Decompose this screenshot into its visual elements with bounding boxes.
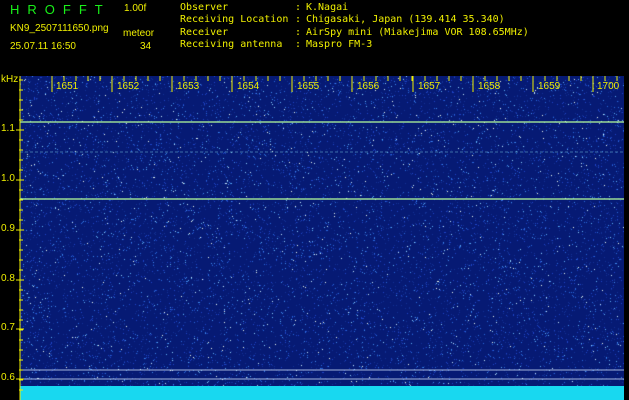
info-row-receiver: Receiver: AirSpy mini (Miakejima VOR 108.…: [180, 27, 529, 39]
noise-floor-band: [20, 386, 624, 400]
version-label: 1.00f: [124, 3, 147, 14]
y-tick-label: 1.0: [1, 173, 15, 184]
y-tick-label: 0.9: [1, 223, 15, 234]
y-tick-label: 1.1: [1, 123, 15, 134]
station-info: Observer: K.Nagai Receiving Location: Chig…: [180, 2, 529, 51]
info-value: Chigasaki, Japan (139.414 35.340): [306, 14, 505, 26]
file-name: KN9_2507111650.png: [10, 23, 109, 34]
x-tick-label: 1653: [177, 81, 200, 92]
app-logo: HROFFT: [10, 2, 111, 17]
x-tick-label: 1651: [56, 81, 79, 92]
info-key: Observer: [180, 2, 229, 13]
info-value: AirSpy mini (Miakejima VOR 108.65MHz): [306, 26, 529, 38]
spectrogram-overlay: [20, 121, 624, 380]
header-panel: HROFFT 1.00f KN9_2507111650.png meteor 2…: [0, 0, 629, 76]
spectrogram-plot: [20, 76, 624, 400]
info-separator: :: [295, 38, 302, 50]
info-key: Receiving antenna: [180, 38, 283, 50]
x-tick-label: 1652: [117, 81, 140, 92]
info-value: Maspro FM-3: [306, 38, 373, 50]
x-tick-label: 1659: [538, 81, 561, 92]
x-tick-label: 1656: [357, 81, 380, 92]
meteor-label: meteor: [123, 28, 155, 39]
info-key: Receiver: [180, 26, 229, 38]
info-separator: :: [295, 2, 302, 13]
x-tick-label: 1657: [418, 81, 441, 92]
info-separator: :: [295, 26, 302, 38]
y-tick-label: 0.7: [1, 322, 15, 333]
info-value: K.Nagai: [306, 2, 349, 13]
info-row-antenna: Receiving antenna: Maspro FM-3: [180, 39, 529, 51]
y-tick-label: 0.6: [1, 372, 15, 383]
meteor-count: 34: [140, 41, 152, 52]
info-key: Receiving Location: [180, 14, 289, 26]
info-row-observer: Observer: K.Nagai: [180, 2, 529, 14]
y-tick-label: 0.8: [1, 273, 15, 284]
info-row-location: Receiving Location: Chigasaki, Japan (139…: [180, 14, 529, 26]
x-tick-label: 1655: [297, 81, 320, 92]
y-axis-unit: kHz: [1, 74, 19, 85]
info-separator: :: [295, 14, 302, 26]
x-tick-label: 1654: [237, 81, 260, 92]
x-tick-label: 1658: [478, 81, 501, 92]
timestamp: 25.07.11 16:50: [10, 41, 76, 52]
x-tick-label: 1700: [597, 81, 620, 92]
